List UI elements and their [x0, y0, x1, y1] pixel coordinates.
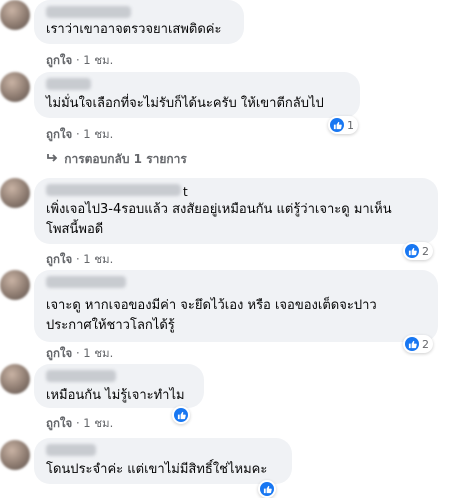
commenter-name[interactable]	[46, 370, 116, 382]
commenter-name[interactable]	[46, 6, 131, 18]
comment-bubble: เราว่าเขาอาจตรวจยาเสพติดค่ะ	[34, 0, 244, 44]
comment-text: เราว่าเขาอาจตรวจยาเสพติดค่ะ	[46, 22, 222, 37]
commenter-name[interactable]	[46, 78, 91, 90]
comment-actions: ถูกใจ · 1 ชม.	[46, 345, 113, 363]
reaction-count[interactable]: 2	[403, 335, 433, 353]
avatar[interactable]	[0, 440, 30, 470]
like-button[interactable]: ถูกใจ	[46, 53, 72, 67]
like-button[interactable]: ถูกใจ	[46, 127, 72, 141]
reply-arrow-icon	[46, 152, 60, 166]
comment-actions: ถูกใจ · 1 ชม.	[46, 126, 113, 144]
timestamp[interactable]: 1 ชม.	[83, 53, 113, 67]
commenter-name[interactable]	[46, 184, 181, 196]
comment-text: ประกาศให้ชาวโลกได้รู้	[46, 318, 175, 333]
timestamp[interactable]: 1 ชม.	[83, 127, 113, 141]
avatar[interactable]	[0, 72, 30, 102]
like-reaction-icon	[174, 408, 188, 422]
like-reaction-icon	[405, 244, 419, 258]
comment-text: เพิ่งเจอไป3-4รอบแล้ว สงสัยอยู่เหมือนกัน …	[46, 202, 392, 217]
commenter-name-suffix: t	[183, 185, 188, 199]
comment-actions: ถูกใจ · 1 ชม.	[46, 251, 113, 269]
comment-actions: ถูกใจ · 1 ชม.	[46, 52, 113, 70]
timestamp[interactable]: 1 ชม.	[83, 416, 113, 430]
commenter-name[interactable]	[46, 444, 96, 456]
view-replies-link[interactable]: การตอบกลับ 1 รายการ	[46, 150, 187, 169]
comment-text: เจาะดู หากเจอของมีค่า จะยึดไว้เอง หรือ เ…	[46, 298, 377, 313]
comment-bubble: โดนประจำค่ะ แต่เขาไม่มีสิทธิ์ใช่ไหมคะ	[34, 438, 292, 484]
comment-bubble: ไม่มั่นใจเลือกที่จะไม่รับก็ได้นะครับ ให้…	[34, 72, 360, 118]
comment-text: โพสนี้พอดี	[46, 222, 104, 237]
reaction-count[interactable]	[172, 406, 190, 424]
comment-text: เหมือนกัน ไม่รู้เจาะทำไม	[46, 388, 185, 403]
like-button[interactable]: ถูกใจ	[46, 416, 72, 430]
comment-bubble: เหมือนกัน ไม่รู้เจาะทำไม	[34, 364, 204, 408]
avatar[interactable]	[0, 364, 30, 394]
like-reaction-icon	[260, 482, 274, 496]
like-reaction-icon	[405, 337, 419, 351]
comment-bubble: เจาะดู หากเจอของมีค่า จะยึดไว้เอง หรือ เ…	[34, 270, 438, 342]
like-reaction-icon	[330, 118, 344, 132]
avatar[interactable]	[0, 178, 30, 208]
reaction-count[interactable]: 1	[328, 116, 358, 134]
reaction-count[interactable]: 2	[403, 242, 433, 260]
commenter-name[interactable]	[46, 276, 126, 288]
comment-text: ไม่มั่นใจเลือกที่จะไม่รับก็ได้นะครับ ให้…	[46, 96, 324, 111]
like-button[interactable]: ถูกใจ	[46, 346, 72, 360]
avatar[interactable]	[0, 270, 30, 300]
comment-bubble: t เพิ่งเจอไป3-4รอบแล้ว สงสัยอยู่เหมือนกั…	[34, 178, 438, 244]
avatar[interactable]	[0, 0, 30, 30]
timestamp[interactable]: 1 ชม.	[83, 252, 113, 266]
reaction-count[interactable]	[258, 480, 276, 498]
comment-actions: ถูกใจ · 1 ชม.	[46, 415, 113, 433]
like-button[interactable]: ถูกใจ	[46, 252, 72, 266]
timestamp[interactable]: 1 ชม.	[83, 346, 113, 360]
comment-text: โดนประจำค่ะ แต่เขาไม่มีสิทธิ์ใช่ไหมคะ	[46, 462, 268, 477]
